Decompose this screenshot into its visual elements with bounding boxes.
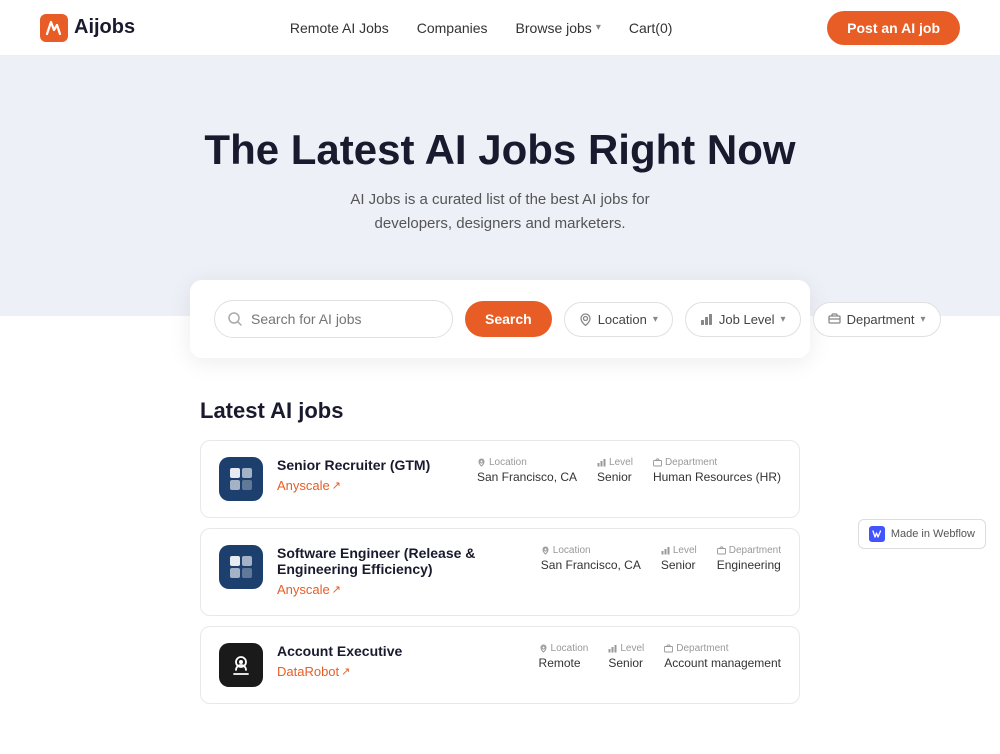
dept-icon-2 xyxy=(717,546,726,555)
search-input[interactable] xyxy=(243,301,440,337)
department-icon xyxy=(828,313,841,326)
nav-cart[interactable]: Cart(0) xyxy=(629,20,673,36)
location-label: Location xyxy=(598,312,647,327)
logo[interactable]: Aijobs xyxy=(40,14,135,42)
level-label-3: Level xyxy=(608,643,644,654)
nav-browse-jobs[interactable]: Browse jobs ▾ xyxy=(516,20,601,36)
logo-text: Aijobs xyxy=(74,16,135,39)
job-card-1[interactable]: Senior Recruiter (GTM) Anyscale ↗ Locati… xyxy=(200,440,800,518)
location-group-2: Location San Francisco, CA xyxy=(541,545,641,572)
department-label-2: Department xyxy=(717,545,781,556)
search-input-wrap xyxy=(214,300,453,338)
hero-subtitle: AI Jobs is a curated list of the best AI… xyxy=(310,188,690,236)
search-card: Search Location ▾ Job Level ▾ xyxy=(190,280,810,358)
location-icon xyxy=(579,313,592,326)
job-meta-1: Location San Francisco, CA Level Senior … xyxy=(477,457,781,484)
department-label-1: Department xyxy=(653,457,781,468)
level-icon-3 xyxy=(608,644,617,653)
job-title-3: Account Executive xyxy=(277,643,525,659)
job-card-3[interactable]: Account Executive DataRobot ↗ Location R… xyxy=(200,626,800,704)
department-value-3: Account management xyxy=(664,656,781,670)
company-logo-1 xyxy=(219,457,263,501)
location-chevron-icon: ▾ xyxy=(653,314,658,325)
location-pin-icon xyxy=(477,458,486,467)
job-title-2: Software Engineer (Release & Engineering… xyxy=(277,545,527,577)
webflow-badge: Made in Webflow xyxy=(858,519,986,549)
level-icon-2 xyxy=(661,546,670,555)
location-pin-icon-3 xyxy=(539,644,548,653)
job-card-2[interactable]: Software Engineer (Release & Engineering… xyxy=(200,528,800,616)
department-value-2: Engineering xyxy=(717,558,781,572)
external-link-icon-3: ↗ xyxy=(341,665,350,678)
company-logo-2 xyxy=(219,545,263,589)
level-value-3: Senior xyxy=(608,656,644,670)
search-container: Search Location ▾ Job Level ▾ xyxy=(0,280,1000,358)
location-value-2: San Francisco, CA xyxy=(541,558,641,572)
company-link-2[interactable]: Anyscale ↗ xyxy=(277,582,341,597)
anyscale-logo-icon xyxy=(228,466,254,492)
location-label-3: Location xyxy=(539,643,589,654)
location-pin-icon-2 xyxy=(541,546,550,555)
job-meta-3: Location Remote Level Senior Department … xyxy=(539,643,781,670)
department-value-1: Human Resources (HR) xyxy=(653,470,781,484)
department-label: Department xyxy=(847,312,915,327)
external-link-icon-2: ↗ xyxy=(332,583,341,596)
department-label-3: Department xyxy=(664,643,781,654)
hero-section: The Latest AI Jobs Right Now AI Jobs is … xyxy=(0,56,1000,316)
level-group-2: Level Senior xyxy=(661,545,697,572)
department-chevron-icon: ▾ xyxy=(921,314,926,325)
job-main-2: Software Engineer (Release & Engineering… xyxy=(277,545,527,599)
department-group-3: Department Account management xyxy=(664,643,781,670)
dept-icon xyxy=(653,458,662,467)
company-link-3[interactable]: DataRobot ↗ xyxy=(277,664,350,679)
anyscale-logo-icon-2 xyxy=(228,554,254,580)
company-logo-3 xyxy=(219,643,263,687)
job-level-label: Job Level xyxy=(719,312,775,327)
nav-remote-ai-jobs[interactable]: Remote AI Jobs xyxy=(290,20,389,36)
dept-icon-3 xyxy=(664,644,673,653)
location-label-1: Location xyxy=(477,457,577,468)
job-level-icon xyxy=(700,313,713,326)
jobs-section-title: Latest AI jobs xyxy=(200,398,800,424)
nav-companies[interactable]: Companies xyxy=(417,20,488,36)
location-label-2: Location xyxy=(541,545,641,556)
location-group-1: Location San Francisco, CA xyxy=(477,457,577,484)
external-link-icon-1: ↗ xyxy=(332,479,341,492)
hero-title: The Latest AI Jobs Right Now xyxy=(20,126,980,174)
datarobot-logo-icon xyxy=(228,652,254,678)
search-button[interactable]: Search xyxy=(465,301,552,337)
department-filter[interactable]: Department ▾ xyxy=(813,302,941,337)
webflow-icon xyxy=(869,526,885,542)
location-value-3: Remote xyxy=(539,656,589,670)
job-title-1: Senior Recruiter (GTM) xyxy=(277,457,463,473)
department-group-1: Department Human Resources (HR) xyxy=(653,457,781,484)
browse-jobs-chevron-icon: ▾ xyxy=(596,22,601,33)
webflow-label: Made in Webflow xyxy=(891,528,975,540)
job-main-1: Senior Recruiter (GTM) Anyscale ↗ xyxy=(277,457,463,495)
level-icon xyxy=(597,458,606,467)
logo-icon xyxy=(40,14,68,42)
level-value-2: Senior xyxy=(661,558,697,572)
job-level-filter[interactable]: Job Level ▾ xyxy=(685,302,801,337)
company-link-1[interactable]: Anyscale ↗ xyxy=(277,478,341,493)
search-icon xyxy=(227,311,243,327)
navbar: Aijobs Remote AI Jobs Companies Browse j… xyxy=(0,0,1000,56)
location-group-3: Location Remote xyxy=(539,643,589,670)
level-label-1: Level xyxy=(597,457,633,468)
jobs-section: Latest AI jobs Senior Recruiter (GTM) An… xyxy=(180,398,820,754)
nav-links: Remote AI Jobs Companies Browse jobs ▾ C… xyxy=(290,20,673,36)
level-group-1: Level Senior xyxy=(597,457,633,484)
level-label-2: Level xyxy=(661,545,697,556)
level-value-1: Senior xyxy=(597,470,633,484)
job-main-3: Account Executive DataRobot ↗ xyxy=(277,643,525,681)
location-value-1: San Francisco, CA xyxy=(477,470,577,484)
department-group-2: Department Engineering xyxy=(717,545,781,572)
job-level-chevron-icon: ▾ xyxy=(781,314,786,325)
post-job-button[interactable]: Post an AI job xyxy=(827,11,960,45)
location-filter[interactable]: Location ▾ xyxy=(564,302,673,337)
level-group-3: Level Senior xyxy=(608,643,644,670)
job-meta-2: Location San Francisco, CA Level Senior … xyxy=(541,545,781,572)
